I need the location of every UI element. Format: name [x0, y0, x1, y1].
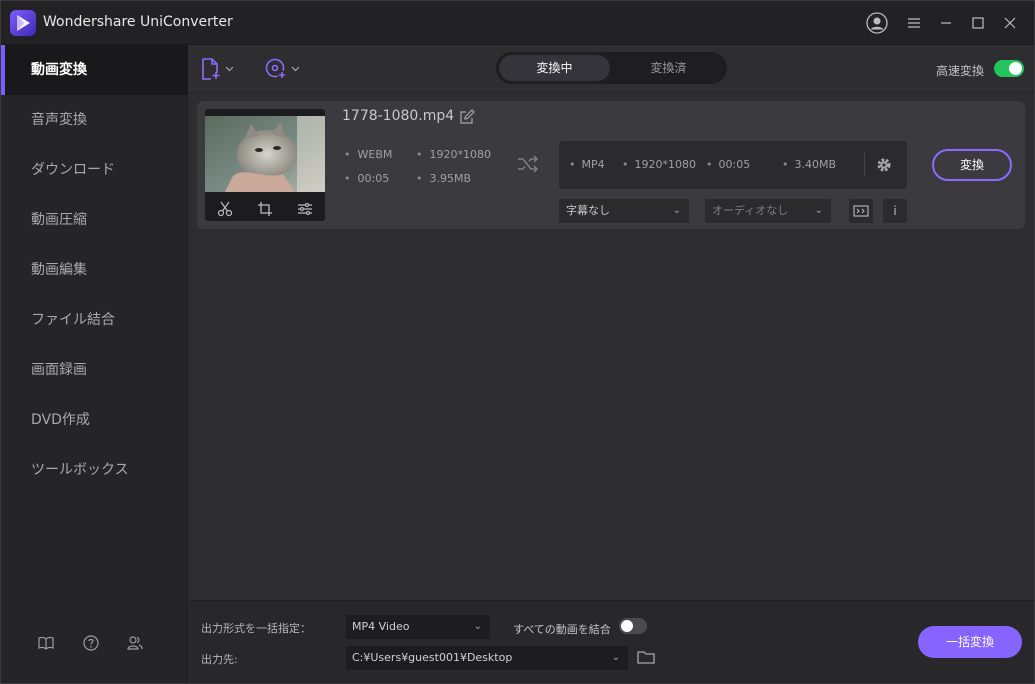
source-resolution: 1920*1080 [416, 148, 492, 161]
output-format-label: 出力形式を一括指定： [201, 622, 311, 635]
video-thumbnail[interactable] [205, 109, 325, 221]
output-path-select[interactable]: C:¥Users¥guest001¥Desktop ⌄ [346, 646, 628, 670]
audio-select-value: オーディオなし [712, 204, 789, 217]
sidebar-item-video-convert[interactable]: 動画変換 [1, 45, 188, 95]
divider [864, 153, 865, 177]
merge-all-label: すべての動画を結合 [513, 623, 611, 636]
target-duration: 00:05 [706, 158, 751, 171]
settings-gear-icon[interactable] [875, 156, 893, 174]
chevron-down-icon: ⌄ [473, 621, 482, 632]
sidebar-item-edit[interactable]: 動画編集 [1, 245, 188, 295]
book-icon[interactable] [36, 633, 56, 653]
minimize-icon[interactable] [936, 13, 956, 33]
close-icon[interactable] [1000, 13, 1020, 33]
crop-icon[interactable] [256, 200, 274, 218]
source-format: WEBM [344, 148, 393, 161]
open-folder-icon[interactable] [637, 649, 655, 665]
trim-scissors-icon[interactable] [216, 200, 234, 218]
target-format-panel[interactable]: MP4 1920*1080 00:05 3.40MB [559, 141, 907, 189]
sidebar-item-toolbox[interactable]: ツールボックス [1, 445, 188, 495]
sidebar-item-label: 動画編集 [31, 262, 87, 278]
effects-sliders-icon[interactable] [296, 200, 314, 218]
file-name: 1778-1080.mp4 [342, 108, 455, 124]
sidebar-item-label: ダウンロード [31, 162, 115, 178]
video-preview-image [205, 116, 325, 192]
source-duration: 00:05 [344, 172, 390, 185]
tab-converted[interactable]: 変換済 [613, 55, 724, 81]
app-logo-icon [10, 10, 36, 36]
subtitle-edit-button[interactable] [849, 199, 873, 223]
account-icon[interactable] [866, 12, 888, 34]
high-speed-toggle[interactable] [994, 60, 1024, 77]
footer-bar: 出力形式を一括指定： MP4 Video ⌄ すべての動画を結合 出力先: C:… [189, 600, 1034, 683]
convert-button[interactable]: 変換 [932, 149, 1012, 181]
sidebar-item-label: ファイル結合 [31, 312, 115, 328]
file-list: 1778-1080.mp4 WEBM 1920*1080 00:05 3.95M… [189, 94, 1034, 600]
rename-edit-icon[interactable] [459, 109, 475, 125]
subtitle-select[interactable]: 字幕なし ⌄ [559, 199, 689, 223]
sidebar-item-label: 画面録画 [31, 362, 87, 378]
sidebar-item-label: 音声変換 [31, 112, 87, 128]
chevron-down-icon: ⌄ [672, 205, 681, 216]
high-speed-label: 高速変換 [936, 64, 985, 78]
source-size: 3.95MB [416, 172, 472, 185]
convert-arrow-icon [517, 155, 539, 173]
sidebar-item-label: 動画変換 [31, 62, 87, 78]
status-tabs: 変換中 変換済 [496, 52, 727, 84]
sidebar-item-screen-record[interactable]: 画面録画 [1, 345, 188, 395]
target-resolution: 1920*1080 [622, 158, 697, 171]
app-title: Wondershare UniConverter [43, 14, 233, 30]
add-dvd-button[interactable] [265, 57, 300, 81]
sidebar-item-compress[interactable]: 動画圧縮 [1, 195, 188, 245]
thumbnail-tools [205, 197, 325, 221]
users-icon[interactable] [125, 633, 145, 653]
maximize-icon[interactable] [968, 13, 988, 33]
tab-converting[interactable]: 変換中 [499, 55, 610, 81]
output-format-select[interactable]: MP4 Video ⌄ [346, 615, 490, 639]
target-format: MP4 [569, 158, 605, 171]
sidebar-item-label: DVD作成 [31, 412, 90, 428]
chevron-down-icon: ⌄ [611, 652, 620, 663]
toolbar: 変換中 変換済 高速変換 [189, 45, 1034, 93]
chevron-down-icon [291, 66, 300, 72]
convert-all-button[interactable]: 一括変換 [918, 626, 1022, 658]
output-format-value: MP4 Video [352, 620, 410, 633]
info-button[interactable]: i [883, 199, 907, 223]
sidebar-item-merge[interactable]: ファイル結合 [1, 295, 188, 345]
audio-select[interactable]: オーディオなし ⌄ [705, 199, 831, 223]
help-icon[interactable] [81, 633, 101, 653]
chevron-down-icon [225, 66, 234, 72]
info-label: i [893, 204, 897, 218]
file-card: 1778-1080.mp4 WEBM 1920*1080 00:05 3.95M… [197, 101, 1025, 229]
output-path-label: 出力先: [201, 653, 238, 666]
sidebar-item-dvd[interactable]: DVD作成 [1, 395, 188, 445]
sidebar-item-download[interactable]: ダウンロード [1, 145, 188, 195]
sidebar: 動画変換 音声変換 ダウンロード 動画圧縮 動画編集 ファイル結合 画面録画 D… [1, 45, 188, 683]
menu-icon[interactable] [904, 13, 924, 33]
output-path-value: C:¥Users¥guest001¥Desktop [352, 651, 513, 664]
subtitle-icon [853, 205, 869, 217]
merge-all-toggle[interactable] [619, 618, 647, 634]
add-file-icon [202, 58, 220, 80]
app-window: Wondershare UniConverter 動画変換 音声変換 ダウンロー… [0, 0, 1035, 684]
sidebar-item-label: ツールボックス [31, 462, 129, 478]
sidebar-item-label: 動画圧縮 [31, 212, 87, 228]
title-bar: Wondershare UniConverter [1, 1, 1034, 45]
subtitle-select-value: 字幕なし [566, 204, 610, 217]
target-size: 3.40MB [782, 158, 837, 171]
add-file-button[interactable] [201, 57, 234, 81]
dvd-add-icon [265, 58, 287, 80]
chevron-down-icon: ⌄ [814, 205, 823, 216]
sidebar-item-audio-convert[interactable]: 音声変換 [1, 95, 188, 145]
